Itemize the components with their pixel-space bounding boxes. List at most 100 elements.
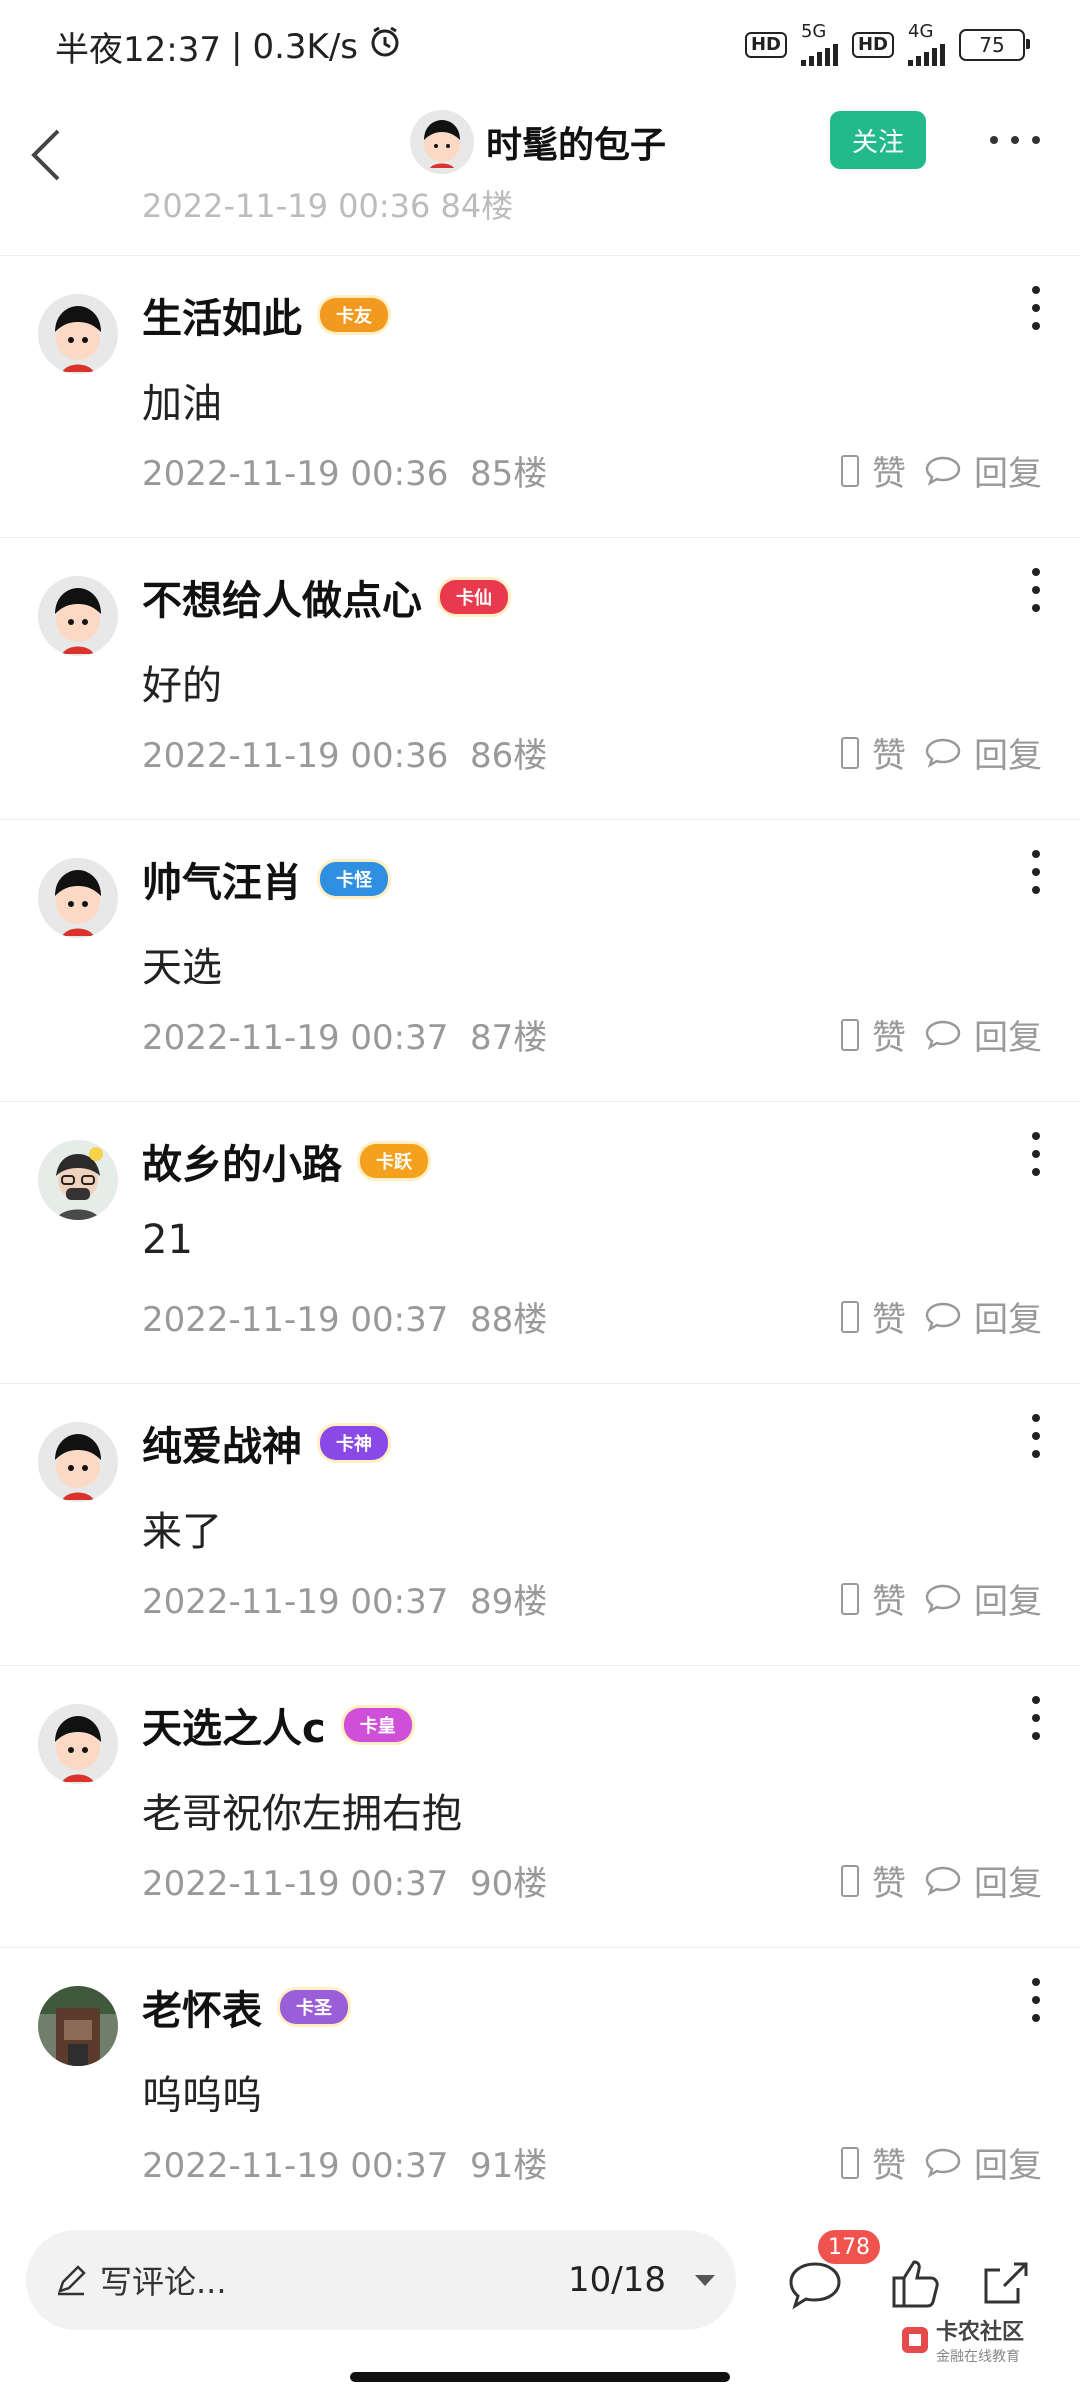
hd-icon-2: HD <box>851 32 894 58</box>
floor-number: 89楼 <box>470 1582 548 1622</box>
username[interactable]: 老怀表 <box>142 1978 262 2036</box>
username[interactable]: 天选之人c <box>142 1696 326 1754</box>
user-avatar[interactable] <box>38 1422 118 1502</box>
comment-item: 纯爱战神 卡神 来了 2022-11-19 00:37 89楼 赞 回复 <box>0 1384 1080 1666</box>
name-row: 生活如此 卡友 <box>142 286 388 344</box>
floor-number: 90楼 <box>470 1864 548 1904</box>
cutoff-meta-text: 2022-11-19 00:36 84楼 <box>142 187 514 225</box>
status-right: HD 5G HD 4G 75 <box>744 21 1030 66</box>
signal-bars-icon <box>800 40 838 66</box>
user-avatar[interactable] <box>38 576 118 656</box>
comment-more-button[interactable] <box>1030 1414 1042 1458</box>
thumbs-up-icon[interactable] <box>880 2248 950 2318</box>
more-menu-button[interactable] <box>990 125 1040 155</box>
level-badge: 卡怪 <box>320 862 388 896</box>
author-title[interactable]: 时髦的包子 <box>410 110 666 174</box>
net-type-2: 4G <box>908 21 934 42</box>
cutoff-meta: 2022-11-19 00:36 84楼 <box>142 181 1042 225</box>
comment-actions: 赞 回复 <box>840 1856 1042 1905</box>
comment-meta: 2022-11-19 00:37 91楼 <box>142 2138 547 2187</box>
name-row: 故乡的小路 卡跃 <box>142 1132 428 1190</box>
comment-more-button[interactable] <box>1030 1696 1042 1740</box>
comment-more-button[interactable] <box>1030 1132 1042 1176</box>
comment-more-button[interactable] <box>1030 286 1042 330</box>
thumb-icon <box>841 1864 859 1897</box>
reply-button[interactable]: 回复 <box>924 1856 1042 1905</box>
like-button[interactable]: 赞 <box>840 446 906 495</box>
reply-button[interactable]: 回复 <box>924 1292 1042 1341</box>
reply-button[interactable]: 回复 <box>924 1574 1042 1623</box>
like-button[interactable]: 赞 <box>840 1574 906 1623</box>
comment-item: 天选之人c 卡皇 老哥祝你左拥右抱 2022-11-19 00:37 90楼 赞… <box>0 1666 1080 1948</box>
name-row: 天选之人c 卡皇 <box>142 1696 412 1754</box>
comment-text: 加油 <box>142 381 222 427</box>
like-button[interactable]: 赞 <box>840 1856 906 1905</box>
comment-text: 呜呜呜 <box>142 2073 262 2119</box>
username[interactable]: 不想给人做点心 <box>142 568 422 626</box>
user-avatar[interactable] <box>38 1986 118 2066</box>
reply-button[interactable]: 回复 <box>924 1010 1042 1059</box>
comment-bubble-icon <box>925 1302 961 1332</box>
reply-label: 回复 <box>974 1018 1042 1058</box>
comment-text: 来了 <box>142 1509 222 1555</box>
comment-more-button[interactable] <box>1030 1978 1042 2022</box>
dot-icon <box>1011 136 1019 144</box>
author-avatar[interactable] <box>410 110 474 174</box>
level-badge: 卡圣 <box>280 1990 348 2024</box>
comment-item: 帅气汪肖 卡怪 天选 2022-11-19 00:37 87楼 赞 回复 <box>0 820 1080 1102</box>
page-indicator[interactable]: 10/18 <box>568 2260 666 2300</box>
comment-more-button[interactable] <box>1030 568 1042 612</box>
page-title: 时髦的包子 <box>486 125 667 166</box>
like-label: 赞 <box>872 2146 906 2186</box>
username[interactable]: 生活如此 <box>142 286 302 344</box>
user-avatar[interactable] <box>38 294 118 374</box>
share-icon[interactable] <box>970 2248 1040 2318</box>
floor-number: 86楼 <box>470 736 548 776</box>
home-indicator[interactable] <box>350 2372 730 2382</box>
caret-down-icon[interactable] <box>692 2270 718 2290</box>
comment-text: 天选 <box>142 945 222 991</box>
comment-time: 2022-11-19 00:36 <box>142 736 449 776</box>
reply-button[interactable]: 回复 <box>924 2138 1042 2187</box>
comment-more-button[interactable] <box>1030 850 1042 894</box>
floor-number: 87楼 <box>470 1018 548 1058</box>
user-avatar[interactable] <box>38 1140 118 1220</box>
like-button[interactable]: 赞 <box>840 2138 906 2187</box>
comment-input[interactable]: 写评论... 10/18 <box>26 2230 736 2330</box>
comment-bubble-icon <box>925 1020 961 1050</box>
username[interactable]: 帅气汪肖 <box>142 850 302 908</box>
name-row: 老怀表 卡圣 <box>142 1978 348 2036</box>
reply-button[interactable]: 回复 <box>924 446 1042 495</box>
thumb-icon <box>841 1582 859 1615</box>
net-type-1: 5G <box>800 21 827 42</box>
comment-list: 生活如此 卡友 加油 2022-11-19 00:36 85楼 赞 回复 不想给… <box>0 256 1080 2204</box>
cutoff-comment: 2022-11-19 00:36 84楼 <box>0 175 1080 256</box>
level-badge: 卡皇 <box>343 1708 412 1742</box>
comment-time: 2022-11-19 00:37 <box>142 2146 449 2186</box>
reply-button[interactable]: 回复 <box>924 728 1042 777</box>
dot-icon <box>990 136 998 144</box>
comment-actions: 赞 回复 <box>840 1010 1042 1059</box>
username[interactable]: 纯爱战神 <box>142 1414 302 1472</box>
like-button[interactable]: 赞 <box>840 1292 906 1341</box>
username[interactable]: 故乡的小路 <box>142 1132 342 1190</box>
comment-meta: 2022-11-19 00:36 86楼 <box>142 728 547 777</box>
user-avatar[interactable] <box>38 1704 118 1784</box>
like-button[interactable]: 赞 <box>840 1010 906 1059</box>
comment-time: 2022-11-19 00:37 <box>142 1300 449 1340</box>
level-badge: 卡神 <box>320 1426 388 1460</box>
like-button[interactable]: 赞 <box>840 728 906 777</box>
comment-bubble-icon <box>925 2148 961 2178</box>
signal-1: 5G <box>800 21 838 66</box>
comment-placeholder: 写评论... <box>100 2263 227 2301</box>
alarm-icon <box>368 25 402 68</box>
level-badge: 卡跃 <box>360 1144 428 1178</box>
comment-time: 2022-11-19 00:37 <box>142 1018 449 1058</box>
user-avatar[interactable] <box>38 858 118 938</box>
comment-meta: 2022-11-19 00:37 87楼 <box>142 1010 547 1059</box>
signal-2: 4G <box>908 21 945 66</box>
level-badge: 卡仙 <box>440 580 508 614</box>
comment-text: 好的 <box>142 663 222 709</box>
comment-time: 2022-11-19 00:37 <box>142 1864 449 1904</box>
follow-button[interactable]: 关注 <box>830 111 926 169</box>
